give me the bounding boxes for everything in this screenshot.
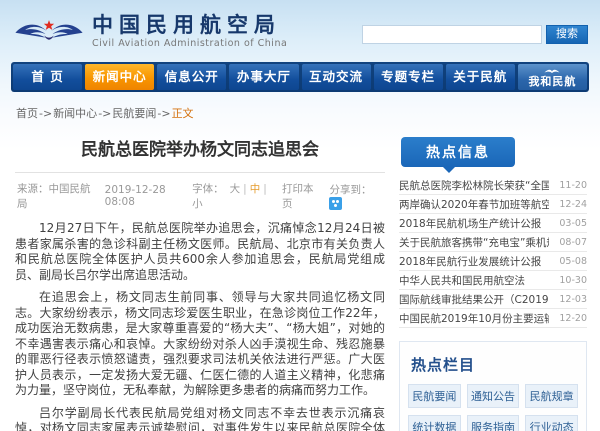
breadcrumb-current: 正文 — [172, 107, 194, 120]
breadcrumb-item-label: 首页 — [16, 107, 38, 120]
article-source: 来源：中国民航局 — [17, 181, 95, 211]
breadcrumb-item-label: 民航要闻 — [112, 107, 156, 120]
hot-news-item-date: 05-08 — [559, 256, 587, 267]
share-icon[interactable] — [329, 197, 342, 210]
hot-news-item-title: 关于民航旅客携带“充电宝”乘机规定的... — [399, 235, 549, 250]
font-size-option[interactable]: 大 — [224, 183, 241, 195]
font-size-control: 字体：大|中|小 — [192, 181, 273, 211]
breadcrumb-item-label: 新闻中心 — [53, 107, 97, 120]
hot-news-item-date: 12-03 — [559, 294, 587, 305]
article-body: 12月27日下午，民航总医院举办追思会，沉痛悼念12月24日被患者家属杀害的急诊… — [15, 217, 385, 431]
nav-item[interactable]: 互动交流 — [302, 64, 371, 90]
nav-wings-icon — [544, 68, 560, 75]
nav-item[interactable]: 首 页 — [13, 64, 82, 90]
breadcrumb-trail: 首页->新闻中心->民航要闻-> — [16, 107, 172, 120]
hot-news-item-date: 10-30 — [559, 275, 587, 286]
article-meta: 来源：中国民航局 2019-12-28 08:08 字体：大|中|小 打印本页 … — [15, 173, 385, 217]
hot-news-tab[interactable]: 热点信息 — [401, 137, 515, 167]
hot-news-item[interactable]: 国际航线审批结果公开（C201901... 12-03 — [399, 290, 587, 309]
hot-news-list: 民航总医院李松林院长荣获“全国优秀院... 11-20 两岸确认2020年春节加… — [399, 176, 587, 328]
breadcrumb: 首页->新闻中心->民航要闻->正文 — [0, 92, 600, 129]
hot-news-item-title: 民航总医院李松林院长荣获“全国优秀院... — [399, 178, 549, 193]
article: 民航总医院举办杨文同志追思会 来源：中国民航局 2019-12-28 08:08… — [11, 129, 389, 431]
hot-columns-grid: 民航要闻通知公告民航规章统计数据服务指南行业动态政策解读航旅指南热点专题 — [408, 384, 578, 431]
nav-item-label: 互动交流 — [309, 71, 363, 84]
search-area: 搜索 — [362, 25, 588, 44]
article-paragraph: 12月27日下午，民航总医院举办追思会，沉痛悼念12月24日被患者家属杀害的急诊… — [15, 221, 385, 283]
site-title: 中国民用航空局 — [92, 14, 287, 37]
nav-item[interactable]: 关于民航 — [446, 64, 515, 90]
article-paragraph: 吕尔学副局长代表民航局党组对杨文同志不幸去世表示沉痛哀悼，对杨文同志家属表示诚挚… — [15, 406, 385, 431]
logo[interactable]: 中国民用航空局 Civil Aviation Administration of… — [14, 13, 287, 51]
breadcrumb-item[interactable]: 民航要闻-> — [112, 107, 171, 120]
nav-item-label: 专题专栏 — [381, 71, 435, 84]
font-size-label: 字体： — [192, 183, 224, 195]
hot-column-link[interactable]: 统计数据 — [408, 415, 461, 431]
breadcrumb-separator: -> — [39, 107, 52, 120]
hot-columns-box: 热点栏目 民航要闻通知公告民航规章统计数据服务指南行业动态政策解读航旅指南热点专… — [399, 341, 587, 431]
article-title: 民航总医院举办杨文同志追思会 — [15, 129, 385, 172]
font-size-separator: | — [263, 183, 267, 195]
nav-item-label: 关于民航 — [453, 71, 507, 84]
hot-news-item-date: 08-07 — [559, 237, 587, 248]
hot-columns-title: 热点栏目 — [411, 354, 578, 375]
article-datetime: 2019-12-28 08:08 — [105, 184, 192, 208]
caac-wings-icon — [14, 13, 84, 51]
hot-column-link[interactable]: 服务指南 — [467, 415, 520, 431]
hot-news-item[interactable]: 两岸确认2020年春节加班等航空运输... 12-24 — [399, 195, 587, 214]
hot-news-item-date: 03-05 — [559, 218, 587, 229]
hot-news-item[interactable]: 2018年民航机场生产统计公报 03-05 — [399, 214, 587, 233]
nav-item[interactable]: 信息公开 — [157, 64, 226, 90]
main-nav: 首 页 新闻中心 信息公开 办事大厅 互动交流 — [11, 62, 589, 92]
article-paragraph: 在追思会上，杨文同志生前同事、领导与大家共同追忆杨文同志。大家纷纷表示，杨文同志… — [15, 290, 385, 399]
breadcrumb-item[interactable]: 新闻中心-> — [53, 107, 112, 120]
font-size-separator: | — [243, 183, 247, 195]
breadcrumb-separator: -> — [157, 107, 170, 120]
nav-item[interactable]: 新闻中心 — [85, 64, 154, 90]
hot-news-item-title: 2018年民航机场生产统计公报 — [399, 216, 549, 231]
nav-item-label: 办事大厅 — [237, 71, 291, 84]
nav-item-label: 首 页 — [31, 71, 63, 84]
hot-column-link[interactable]: 民航规章 — [525, 384, 578, 408]
hot-news-item[interactable]: 中国民航2019年10月份主要运输生... 12-20 — [399, 309, 587, 328]
font-size-option-label: 大 — [230, 183, 241, 195]
site-subtitle: Civil Aviation Administration of China — [92, 39, 287, 49]
nav-item[interactable]: 专题专栏 — [374, 64, 443, 90]
hot-news-item-title: 中国民航2019年10月份主要运输生... — [399, 311, 549, 326]
hot-news-item-title: 中华人民共和国民用航空法 — [399, 273, 549, 288]
font-size-option-label: 中 — [250, 183, 261, 195]
share-label: 分享到： — [329, 184, 371, 196]
nav-item-label: 信息公开 — [165, 71, 219, 84]
nav-item-label: 我和民航 — [528, 76, 576, 87]
hot-news-item-date: 12-24 — [559, 199, 587, 210]
hot-news-item[interactable]: 民航总医院李松林院长荣获“全国优秀院... 11-20 — [399, 176, 587, 195]
hot-news-item[interactable]: 关于民航旅客携带“充电宝”乘机规定的... 08-07 — [399, 233, 587, 252]
sidebar: 热点信息 民航总医院李松林院长荣获“全国优秀院... 11-20 两岸确认202… — [389, 129, 589, 431]
font-size-option-label: 小 — [192, 198, 203, 210]
site-header: 中国民用航空局 Civil Aviation Administration of… — [0, 0, 600, 58]
hot-column-link[interactable]: 民航要闻 — [408, 384, 461, 408]
nav-item[interactable]: 我和民航 — [518, 64, 587, 90]
nav-item-label: 新闻中心 — [93, 71, 147, 84]
search-input[interactable] — [362, 25, 542, 44]
main-content: 民航总医院举办杨文同志追思会 来源：中国民航局 2019-12-28 08:08… — [0, 129, 600, 431]
hot-news-item-title: 2018年民航行业发展统计公报 — [399, 254, 549, 269]
font-size-option[interactable]: |中 — [240, 183, 260, 195]
breadcrumb-item[interactable]: 首页-> — [16, 107, 53, 120]
hot-news-item-date: 11-20 — [559, 180, 587, 191]
share-control: 分享到： — [329, 182, 383, 210]
print-button[interactable]: 打印本页 — [282, 181, 321, 211]
search-button[interactable]: 搜索 — [546, 25, 588, 44]
hot-column-link[interactable]: 通知公告 — [467, 384, 520, 408]
hot-news-item-date: 12-20 — [559, 313, 587, 324]
hot-news-item[interactable]: 中华人民共和国民用航空法 10-30 — [399, 271, 587, 290]
breadcrumb-separator: -> — [98, 107, 111, 120]
hot-news-item-title: 国际航线审批结果公开（C201901... — [399, 292, 549, 307]
hot-news-item-title: 两岸确认2020年春节加班等航空运输... — [399, 197, 549, 212]
nav-item[interactable]: 办事大厅 — [229, 64, 298, 90]
hot-news-item[interactable]: 2018年民航行业发展统计公报 05-08 — [399, 252, 587, 271]
hot-column-link[interactable]: 行业动态 — [525, 415, 578, 431]
